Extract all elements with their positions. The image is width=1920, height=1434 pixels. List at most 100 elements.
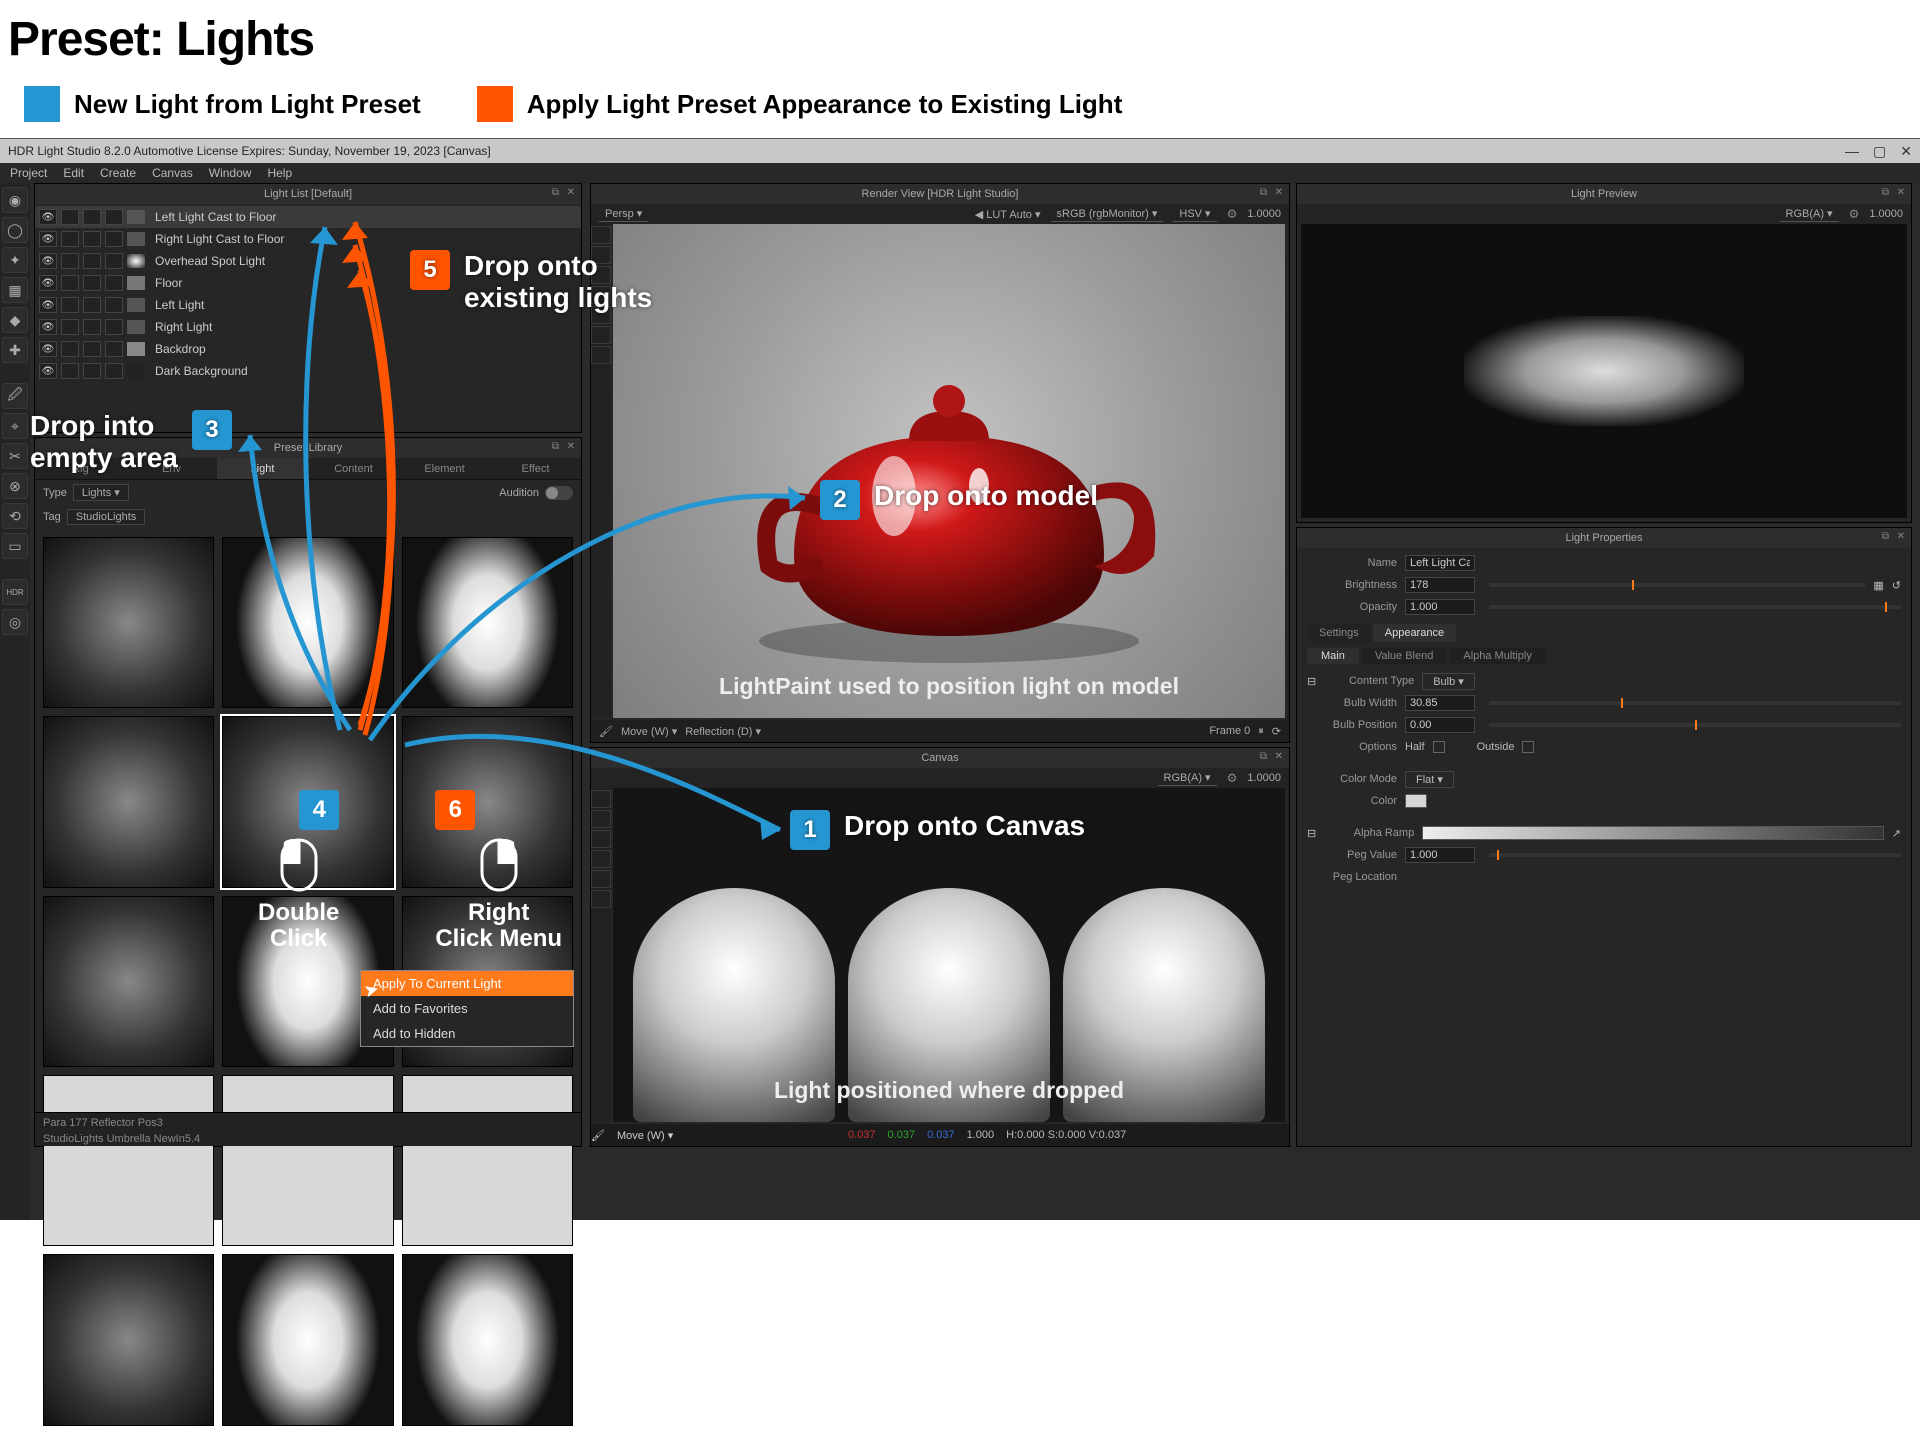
light-preview-viewport[interactable]	[1301, 224, 1907, 518]
preset-thumb[interactable]	[222, 537, 393, 708]
preset-thumb[interactable]	[222, 1075, 393, 1246]
subtab-main[interactable]: Main	[1307, 648, 1359, 664]
peg-value-slider[interactable]	[1489, 853, 1901, 857]
rv-tool-icon[interactable]	[591, 346, 611, 364]
tool-icon[interactable]: ✚	[2, 337, 28, 363]
menu-canvas[interactable]: Canvas	[152, 166, 193, 180]
expand-icon[interactable]: ⊟	[1307, 675, 1316, 688]
pin-icon[interactable]: ⧉	[1882, 187, 1889, 198]
add-keyframe-icon[interactable]: ▦	[1873, 579, 1883, 592]
pin-icon[interactable]: ⧉	[552, 441, 559, 452]
light-row[interactable]: 👁Backdrop	[35, 338, 581, 360]
close-icon[interactable]: ✕	[1897, 531, 1905, 542]
srgb-dropdown[interactable]: sRGB (rgbMonitor) ▾	[1051, 206, 1164, 222]
opacity-slider[interactable]	[1489, 605, 1901, 609]
tool-icon[interactable]: ✂	[2, 443, 28, 469]
tab-appearance[interactable]: Appearance	[1373, 624, 1456, 642]
preset-thumb[interactable]	[43, 896, 214, 1067]
ramp-editor-icon[interactable]: ↗	[1892, 827, 1901, 840]
tool-icon[interactable]: ◉	[2, 187, 28, 213]
lut-label[interactable]: LUT Auto	[986, 209, 1032, 221]
tool-icon[interactable]: ✦	[2, 247, 28, 273]
pause-icon[interactable]: ⏸	[1258, 725, 1264, 738]
tab-content[interactable]: Content	[308, 458, 399, 479]
tool-icon[interactable]: ◆	[2, 307, 28, 333]
content-type-dropdown[interactable]: Bulb ▾	[1422, 673, 1475, 690]
tool-icon[interactable]: ▭	[2, 533, 28, 559]
tool-icon[interactable]: ⟲	[2, 503, 28, 529]
menu-help[interactable]: Help	[267, 166, 292, 180]
minimize-button[interactable]: —	[1845, 143, 1859, 160]
rv-tool-icon[interactable]	[591, 226, 611, 244]
ctx-apply-to-current[interactable]: Apply To Current Light	[361, 971, 573, 996]
light-row[interactable]: 👁Dark Background	[35, 360, 581, 382]
subtab-value-blend[interactable]: Value Blend	[1361, 648, 1448, 664]
preset-thumb[interactable]	[43, 1254, 214, 1425]
rgba-dropdown[interactable]: RGB(A) ▾	[1780, 206, 1839, 222]
bulb-width-slider[interactable]	[1489, 701, 1901, 705]
reset-icon[interactable]: ↺	[1892, 579, 1901, 592]
tool-icon[interactable]: ⊗	[2, 473, 28, 499]
bulb-position-field[interactable]	[1405, 717, 1475, 733]
exposure-value[interactable]: 1.0000	[1869, 208, 1903, 220]
preset-thumb[interactable]	[43, 716, 214, 887]
pin-icon[interactable]: ⧉	[552, 187, 559, 198]
tool-icon[interactable]: HDR	[2, 579, 28, 605]
preset-thumb[interactable]	[222, 1254, 393, 1425]
preset-thumb[interactable]	[43, 537, 214, 708]
close-icon[interactable]: ✕	[1275, 187, 1283, 198]
cv-tool-icon[interactable]	[591, 790, 611, 808]
menu-window[interactable]: Window	[209, 166, 252, 180]
peg-value-field[interactable]	[1405, 847, 1475, 863]
reflection-dropdown[interactable]: Reflection (D) ▾	[685, 725, 761, 738]
color-mode-dropdown[interactable]: Flat ▾	[1405, 771, 1454, 788]
cv-tool-icon[interactable]	[591, 890, 611, 908]
close-icon[interactable]: ✕	[1275, 751, 1283, 762]
tool-icon[interactable]: 🖉	[2, 383, 28, 409]
gear-icon[interactable]: ⚙	[1227, 771, 1238, 785]
preset-thumb[interactable]	[402, 1075, 573, 1246]
cv-tool-icon[interactable]	[591, 870, 611, 888]
render-viewport[interactable]: LightPaint used to position light on mod…	[613, 224, 1285, 718]
audition-toggle[interactable]	[545, 486, 573, 500]
pin-icon[interactable]: ⧉	[1260, 187, 1267, 198]
tab-settings[interactable]: Settings	[1307, 624, 1371, 642]
tool-icon[interactable]: ⌖	[2, 413, 28, 439]
opacity-field[interactable]	[1405, 599, 1475, 615]
tool-icon[interactable]: ▦	[2, 277, 28, 303]
tag-dropdown[interactable]: StudioLights	[67, 509, 146, 525]
close-icon[interactable]: ✕	[567, 187, 575, 198]
persp-dropdown[interactable]: Persp ▾	[599, 206, 648, 222]
brightness-slider[interactable]	[1489, 583, 1865, 587]
ctx-add-to-hidden[interactable]: Add to Hidden	[361, 1021, 573, 1046]
name-field[interactable]	[1405, 555, 1475, 571]
cv-tool-icon[interactable]	[591, 830, 611, 848]
close-icon[interactable]: ✕	[567, 441, 575, 452]
tab-element[interactable]: Element	[399, 458, 490, 479]
subtab-alpha-multiply[interactable]: Alpha Multiply	[1449, 648, 1545, 664]
bulb-position-slider[interactable]	[1489, 723, 1901, 727]
rgba-dropdown[interactable]: RGB(A) ▾	[1158, 770, 1217, 786]
move-dropdown[interactable]: Move (W) ▾	[617, 1129, 673, 1142]
expand-icon[interactable]: ⊟	[1307, 827, 1316, 840]
light-row[interactable]: 👁Right Light Cast to Floor	[35, 228, 581, 250]
outside-checkbox[interactable]	[1522, 741, 1534, 753]
move-dropdown[interactable]: Move (W) ▾	[621, 725, 677, 738]
rv-tool-icon[interactable]	[591, 326, 611, 344]
exposure-value[interactable]: 1.0000	[1247, 208, 1281, 220]
menu-create[interactable]: Create	[100, 166, 136, 180]
preset-thumb[interactable]	[402, 1254, 573, 1425]
alpha-ramp[interactable]	[1422, 826, 1884, 840]
tool-icon[interactable]: ◎	[2, 609, 28, 635]
color-swatch[interactable]	[1405, 794, 1427, 808]
pin-icon[interactable]: ⧉	[1882, 531, 1889, 542]
close-icon[interactable]: ✕	[1897, 187, 1905, 198]
close-button[interactable]: ✕	[1900, 143, 1912, 160]
maximize-button[interactable]: ▢	[1873, 143, 1886, 160]
menu-edit[interactable]: Edit	[63, 166, 84, 180]
pin-icon[interactable]: ⧉	[1260, 751, 1267, 762]
type-dropdown[interactable]: Lights ▾	[73, 484, 129, 501]
cv-tool-icon[interactable]	[591, 850, 611, 868]
hsv-dropdown[interactable]: HSV ▾	[1173, 206, 1216, 222]
lightpaint-icon[interactable]: 🖌	[599, 725, 613, 738]
